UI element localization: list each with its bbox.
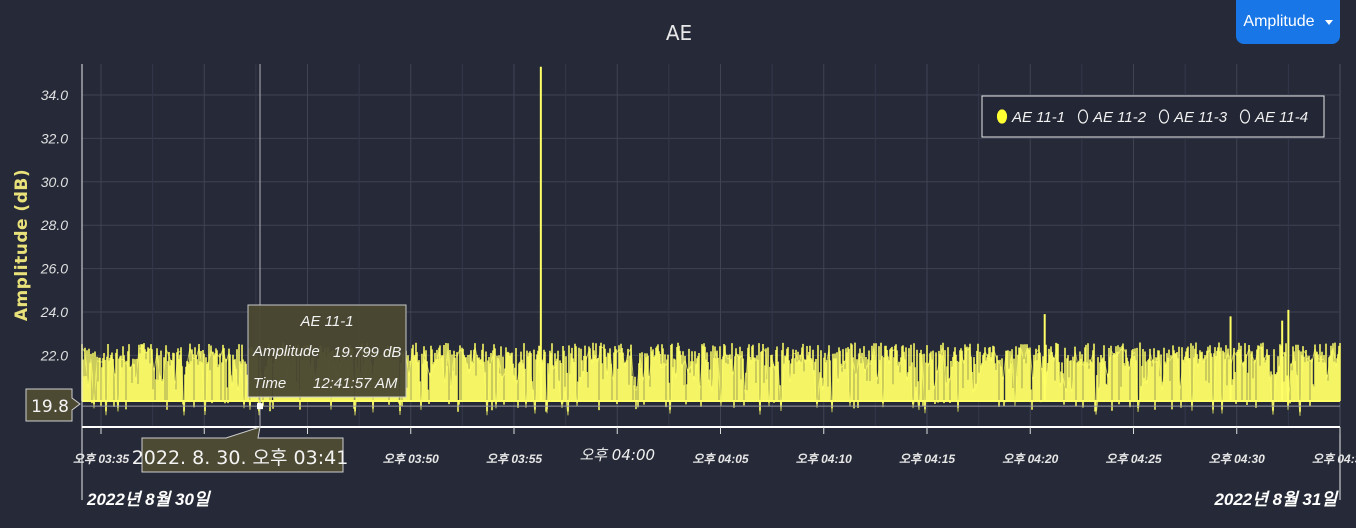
measure-dropdown-label: Amplitude [1243,13,1315,30]
legend-item-label[interactable]: AE 11-1 [1011,109,1065,126]
y-tick-label: 34.0 [41,87,68,103]
tooltip-title: AE 11-1 [299,313,353,330]
y-tick-label: 24.0 [40,304,68,320]
date-end-label: 2022년 8월 31일 [1213,490,1339,509]
legend-item-label[interactable]: AE 11-4 [1254,109,1308,126]
chevron-down-icon [1324,19,1333,25]
y-tick-label: 26.0 [40,261,68,277]
y-tick-label: 28.0 [40,217,68,233]
tooltip-amplitude-value: 19.799 dB [333,344,401,361]
x-tick-label: 오후 04:05 [692,452,748,466]
legend[interactable]: AE 11-1 AE 11-2 AE 11-3 AE 11-4 [981,95,1325,138]
date-start-label: 2022년 8월 30일 [86,490,212,509]
tooltip-time-value: 12:41:57 AM [313,375,398,392]
tooltip-amplitude-label: Amplitude [252,343,320,360]
y-tick-label: 30.0 [41,174,68,190]
x-tick-label: 오후 04:25 [1105,452,1161,466]
chart-title: AE [666,21,692,45]
x-tick-label: 오후 03:55 [486,452,542,466]
crosshair-x-label: 2022. 8. 30. 오후 03:41 [132,447,349,469]
x-tick-label: 오후 04:30 [1209,452,1265,466]
x-tick-label: 오후 03:35 [73,452,129,466]
y-tick-label: 32.0 [41,130,68,146]
x-tick-label: 오후 04:10 [796,452,852,466]
tooltip: AE 11-1 Amplitude 19.799 dB Time 12:41:57 AM [247,304,407,398]
y-tick-label: 22.0 [40,347,68,363]
y-axis-label: Amplitude (dB) [12,169,32,321]
x-tick-label: 오후 04:00 [579,446,655,464]
measure-dropdown[interactable]: Amplitude [1236,0,1340,44]
legend-item-label[interactable]: AE 11-3 [1173,109,1228,126]
crosshair-point-marker [257,403,264,410]
x-tick-label: 오후 04:35 [1312,452,1356,466]
x-tick-label: 오후 03:50 [383,452,439,466]
legend-item-label[interactable]: AE 11-2 [1092,109,1147,126]
x-tick-label: 오후 04:20 [1002,452,1058,466]
legend-marker-icon[interactable] [996,109,1008,124]
crosshair-y-label: 19.8 [31,397,69,417]
amplitude-chart[interactable]: AE 34.0 32.0 30.0 28.0 26.0 24.0 22.0 Amplitud… [0,0,1356,528]
x-tick-label: 오후 04:15 [899,452,955,466]
tooltip-time-label: Time [253,375,286,392]
